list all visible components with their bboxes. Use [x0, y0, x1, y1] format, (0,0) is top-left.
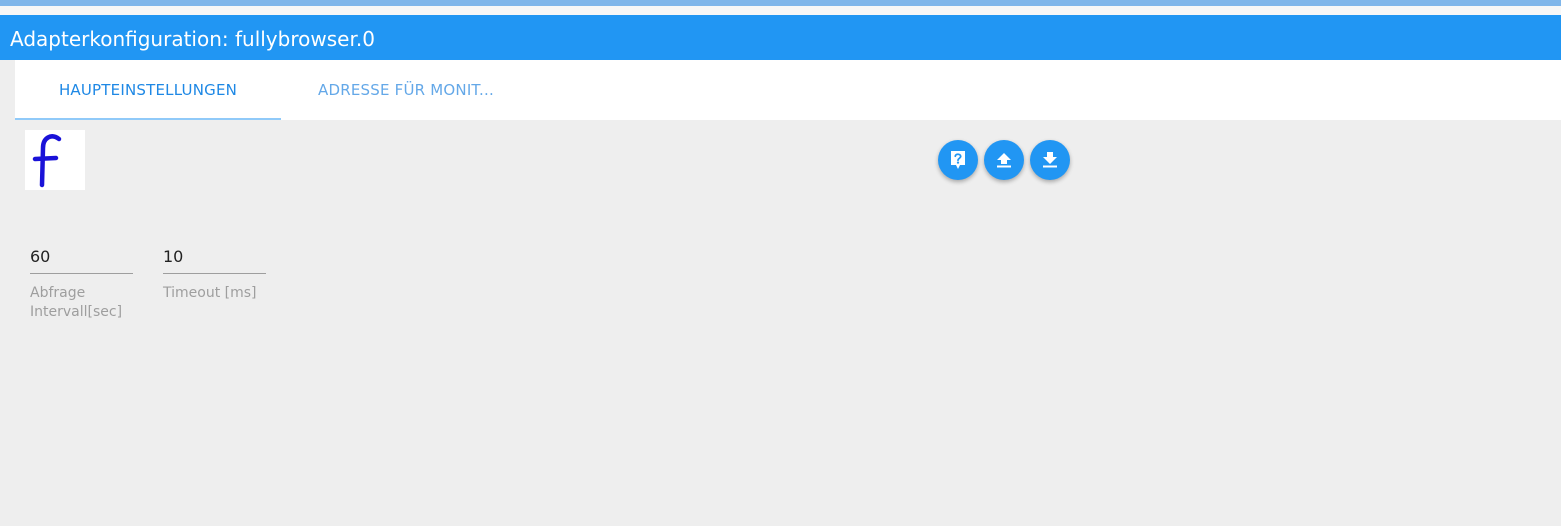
interval-label: Abfrage Intervall[sec]	[30, 284, 133, 322]
timeout-label: Timeout [ms]	[163, 285, 257, 301]
help-button[interactable]	[938, 140, 978, 180]
interval-label-line1: Abfrage	[30, 285, 86, 301]
tab-label: HAUPTEINSTELLUNGEN	[58, 81, 238, 99]
interval-label-line2: Intervall[sec]	[30, 304, 123, 320]
fully-logo-icon	[32, 134, 62, 188]
upload-icon	[997, 153, 1011, 168]
tab-adresse-fuer-monitoring[interactable]: ADRESSE FÜR MONIT...	[281, 60, 531, 120]
tab-bar: HAUPTEINSTELLUNGEN ADRESSE FÜR MONIT...	[15, 60, 1561, 120]
upload-config-button[interactable]	[984, 140, 1024, 180]
active-tab-indicator	[15, 118, 281, 120]
timeout-field: Timeout [ms]	[163, 240, 266, 303]
window-top-gap	[0, 6, 1561, 15]
download-config-button[interactable]	[1030, 140, 1070, 180]
interval-field: Abfrage Intervall[sec]	[30, 240, 133, 322]
tab-label: ADRESSE FÜR MONIT...	[318, 81, 494, 99]
adapter-logo	[25, 130, 85, 190]
page-title: Adapterkonfiguration: fullybrowser.0	[10, 27, 375, 51]
interval-input[interactable]	[30, 240, 133, 274]
timeout-input[interactable]	[163, 240, 266, 274]
tab-haupteinstellungen[interactable]: HAUPTEINSTELLUNGEN	[15, 60, 281, 120]
help-icon	[951, 151, 965, 169]
download-icon	[1043, 152, 1057, 168]
